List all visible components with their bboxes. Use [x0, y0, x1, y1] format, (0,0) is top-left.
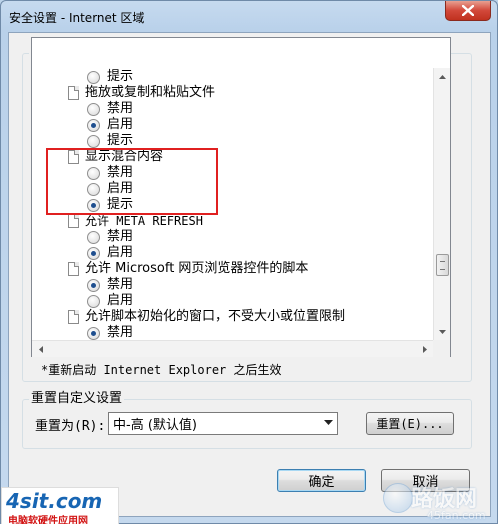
- setting-option-label: 启用: [107, 117, 134, 132]
- setting-option-radio[interactable]: 启用: [87, 117, 133, 133]
- document-icon: [68, 262, 79, 276]
- setting-option-radio[interactable]: 提示: [87, 69, 133, 85]
- radio-checked-icon[interactable]: [87, 246, 100, 260]
- close-button[interactable]: [445, 1, 491, 21]
- vertical-scrollbar[interactable]: [433, 68, 450, 340]
- scroll-up-button[interactable]: [434, 68, 451, 85]
- site-watermark-right: 路饭网 45fan.com: [381, 477, 498, 524]
- radio-checked-icon[interactable]: [87, 118, 100, 132]
- watermark-globe-icon: [383, 483, 413, 513]
- setting-option-label: 禁用: [107, 277, 134, 292]
- setting-option-radio[interactable]: 禁用: [87, 277, 133, 293]
- setting-option-label: 提示: [107, 133, 134, 148]
- setting-option-label: 启用: [107, 293, 134, 308]
- setting-option-label: 禁用: [107, 229, 134, 244]
- highlight-annotation-box: [46, 148, 218, 215]
- chevron-up-icon: [439, 74, 446, 79]
- document-icon: [68, 310, 79, 324]
- reset-to-label: 重置为(R):: [35, 419, 106, 434]
- scroll-right-button[interactable]: [416, 341, 433, 358]
- security-settings-window: 安全设置 - Internet 区域 设置 提示拖放或复制和粘贴文件禁用启用提示…: [0, 0, 498, 524]
- scrollbar-corner: [433, 340, 450, 357]
- horizontal-scrollbar[interactable]: [32, 340, 433, 357]
- radio-unchecked-icon[interactable]: [87, 102, 100, 116]
- document-icon: [68, 214, 79, 228]
- scroll-down-button[interactable]: [434, 323, 451, 340]
- watermark-subtitle: 电脑软硬件应用网: [8, 516, 88, 524]
- radio-unchecked-icon[interactable]: [87, 134, 100, 148]
- radio-unchecked-icon[interactable]: [87, 294, 100, 308]
- reset-level-select[interactable]: 中-高 (默认值): [108, 412, 338, 435]
- chevron-left-icon: [38, 346, 43, 353]
- watermark-right-url: 45fan.com: [427, 509, 486, 522]
- reset-level-value: 中-高 (默认值): [113, 418, 197, 433]
- setting-option-radio[interactable]: 提示: [87, 133, 133, 149]
- reset-button[interactable]: 重置(E)...: [366, 412, 454, 435]
- setting-option-radio[interactable]: 启用: [87, 293, 133, 309]
- setting-option-label: 禁用: [107, 101, 134, 116]
- setting-option-radio[interactable]: 禁用: [87, 325, 133, 341]
- site-watermark-logo: 4sit.com 电脑软硬件应用网: [1, 487, 119, 524]
- scroll-left-button[interactable]: [32, 341, 49, 358]
- dropdown-arrow-icon: [324, 420, 333, 425]
- radio-unchecked-icon[interactable]: [87, 70, 100, 84]
- watermark-logo-text: 4sit.com: [6, 489, 103, 513]
- radio-checked-icon[interactable]: [87, 278, 100, 292]
- document-icon: [68, 86, 79, 100]
- radio-unchecked-icon[interactable]: [87, 230, 100, 244]
- setting-category-label: 允许 Microsoft 网页浏览器控件的脚本: [85, 261, 309, 276]
- setting-category: 拖放或复制和粘贴文件: [68, 85, 215, 101]
- setting-category: 允许 META REFRESH: [68, 213, 203, 229]
- setting-option-radio[interactable]: 禁用: [87, 229, 133, 245]
- setting-option-label: 启用: [107, 245, 134, 260]
- reset-group-label: 重置自定义设置: [29, 391, 125, 407]
- title-bar: 安全设置 - Internet 区域: [1, 1, 497, 31]
- window-title: 安全设置 - Internet 区域: [9, 11, 145, 25]
- setting-option-radio[interactable]: 启用: [87, 245, 133, 261]
- setting-option-radio[interactable]: 禁用: [87, 101, 133, 117]
- close-icon: [462, 5, 474, 16]
- setting-option-label: 禁用: [107, 325, 134, 340]
- setting-category: 允许脚本初始化的窗口，不受大小或位置限制: [68, 309, 345, 325]
- setting-category: 允许 Microsoft 网页浏览器控件的脚本: [68, 261, 308, 277]
- setting-category-label: 允许脚本初始化的窗口，不受大小或位置限制: [85, 309, 346, 324]
- vertical-scroll-thumb[interactable]: [436, 254, 449, 276]
- restart-note: *重新启动 Internet Explorer 之后生效: [41, 363, 282, 377]
- chevron-right-icon: [422, 346, 427, 353]
- setting-category-label: 允许 META REFRESH: [85, 214, 203, 228]
- radio-checked-icon[interactable]: [87, 326, 100, 340]
- setting-category-label: 拖放或复制和粘贴文件: [85, 85, 216, 100]
- ok-button[interactable]: 确定: [277, 469, 366, 492]
- chevron-down-icon: [439, 329, 446, 334]
- setting-option-label: 提示: [107, 69, 134, 84]
